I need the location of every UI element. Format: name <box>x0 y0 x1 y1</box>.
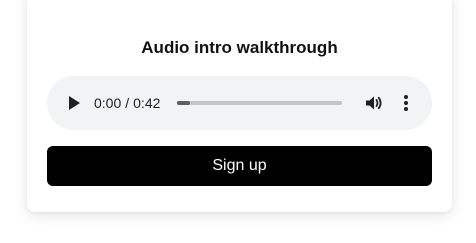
seek-slider[interactable] <box>177 101 342 105</box>
volume-icon <box>366 96 382 110</box>
audio-player: 0:00/0:42 <box>47 76 432 130</box>
time-separator: / <box>125 95 130 111</box>
audio-card: Audio intro walkthrough 0:00/0:42 Sign u… <box>27 0 452 212</box>
page: Audio intro walkthrough 0:00/0:42 Sign u… <box>0 0 476 243</box>
sign-up-button[interactable]: Sign up <box>47 146 432 186</box>
more-vertical-icon <box>404 95 408 111</box>
time-display: 0:00/0:42 <box>94 95 160 111</box>
volume-button[interactable] <box>365 95 383 111</box>
more-options-button[interactable] <box>401 94 411 112</box>
play-icon <box>69 96 80 110</box>
play-button[interactable] <box>67 95 81 111</box>
duration: 0:42 <box>133 95 161 111</box>
current-time: 0:00 <box>94 95 122 111</box>
card-title: Audio intro walkthrough <box>141 38 338 57</box>
seek-progress <box>177 101 191 105</box>
